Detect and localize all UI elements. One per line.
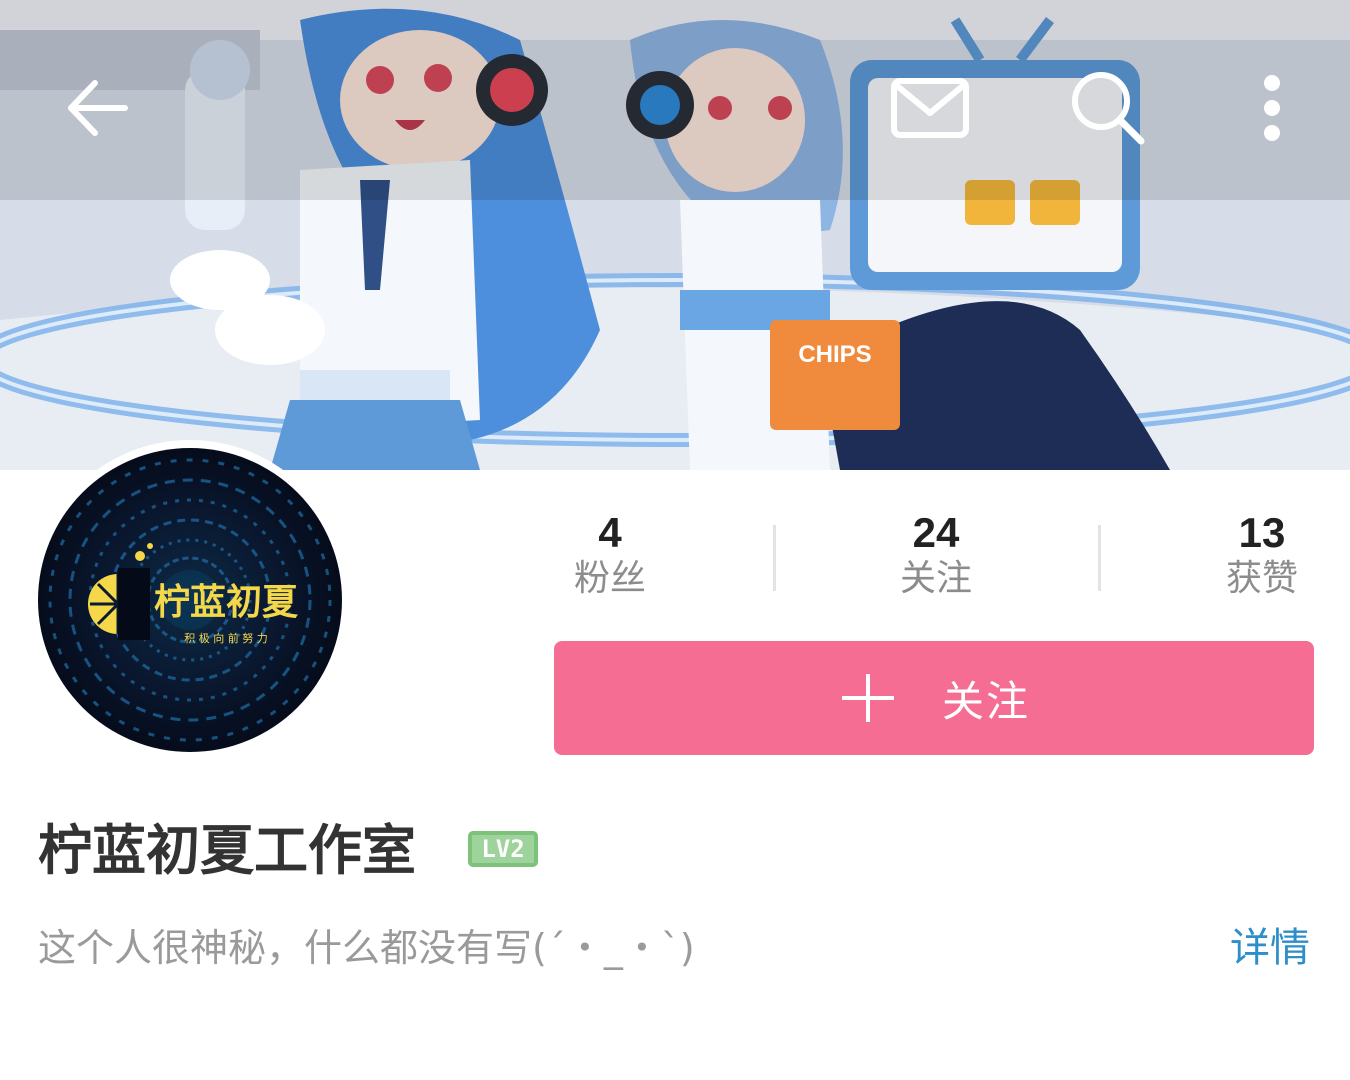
stat-likes-value: 13 [1238, 509, 1286, 556]
back-button[interactable] [48, 58, 148, 158]
search-icon [1072, 72, 1145, 145]
chips-text: CHIPS [798, 341, 871, 368]
logo-tagline: 积 极 向 前 努 力 [184, 631, 267, 645]
envelope-icon [891, 78, 969, 138]
profile-banner: CHIPS [0, 0, 1350, 470]
stat-divider [1098, 525, 1101, 591]
username: 柠蓝初夏工作室 [38, 819, 416, 882]
avatar[interactable]: 柠蓝初夏 积 极 向 前 努 力 [30, 440, 350, 760]
more-vertical-icon [1264, 75, 1280, 141]
level-badge: LV2 [468, 831, 538, 867]
stat-following[interactable]: 24 关注 [836, 505, 1036, 601]
search-button[interactable] [1058, 58, 1158, 158]
bio-text: 这个人很神秘，什么都没有写(´・_・`) [38, 926, 695, 970]
stat-divider [773, 525, 776, 591]
more-button[interactable] [1222, 58, 1322, 158]
stat-fans[interactable]: 4 粉丝 [510, 505, 710, 601]
follow-button-label: 关注 [941, 676, 1030, 726]
stat-following-label: 关注 [899, 558, 972, 599]
stat-fans-value: 4 [598, 509, 622, 556]
studio-logo: 柠蓝初夏 积 极 向 前 努 力 [48, 458, 332, 742]
plus-icon [838, 668, 898, 728]
avatar-image: 柠蓝初夏 积 极 向 前 努 力 [38, 448, 342, 752]
stat-likes-label: 获赞 [1225, 558, 1298, 599]
follow-button[interactable]: 关注 [554, 641, 1314, 755]
stat-fans-label: 粉丝 [573, 558, 646, 599]
arrow-left-icon [68, 80, 128, 136]
stat-following-value: 24 [912, 509, 960, 556]
details-link[interactable]: 详情 [1230, 920, 1310, 976]
logo-text: 柠蓝初夏 [154, 582, 299, 623]
message-button[interactable] [880, 58, 980, 158]
profile-stats: 4 粉丝 24 关注 13 获赞 [555, 505, 1345, 615]
stat-likes[interactable]: 13 获赞 [1162, 505, 1350, 601]
